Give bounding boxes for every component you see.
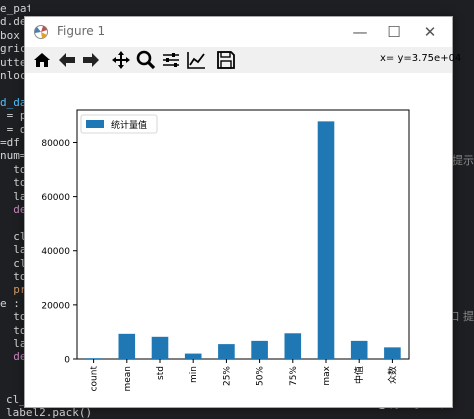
legend-swatch [86, 120, 104, 128]
window-title: Figure 1 [57, 24, 105, 38]
edit-axis-icon[interactable] [185, 49, 207, 71]
x-tick-label: 50% [256, 366, 266, 386]
x-tick-label: mean [123, 366, 133, 392]
bar [152, 337, 169, 359]
save-icon[interactable] [215, 49, 237, 71]
minimize-button[interactable]: — [347, 20, 373, 44]
zoom-icon[interactable] [135, 49, 157, 71]
code-line: e_path =name[0:-1] [0, 2, 30, 15]
y-tick-label: 80000 [41, 139, 70, 149]
plot-frame [77, 110, 409, 359]
matplotlib-app-icon [33, 24, 49, 40]
coordinate-readout: x= y=3.75e+04 [380, 53, 461, 64]
x-tick-label: 75% [289, 366, 299, 386]
home-icon[interactable] [31, 49, 53, 71]
bar [285, 333, 302, 359]
bar [218, 344, 235, 359]
bar [119, 334, 136, 359]
title-bar[interactable]: Figure 1 — ☐ ✕ [25, 17, 452, 47]
x-tick-label: 25% [222, 366, 232, 386]
legend-label: 统计量值 [111, 119, 147, 131]
back-arrow-icon[interactable] [56, 49, 78, 71]
x-tick-label: 中值 [353, 366, 365, 384]
bar [251, 341, 268, 359]
forward-arrow-icon[interactable] [80, 49, 102, 71]
close-button[interactable]: ✕ [417, 20, 443, 44]
maximize-button[interactable]: ☐ [381, 20, 407, 44]
y-tick-label: 20000 [41, 301, 70, 311]
y-tick-label: 0 [64, 356, 70, 366]
y-tick-label: 40000 [41, 247, 70, 257]
y-tick-label: 60000 [41, 193, 70, 203]
configure-subplots-icon[interactable] [160, 49, 182, 71]
figure-canvas[interactable]: 0 20000 40000 60000 80000 count mean std min 25% 5… [25, 73, 452, 407]
side-hint-text: 提示 [452, 152, 474, 168]
x-tick-label: count [90, 366, 100, 392]
x-tick-label: std [156, 366, 166, 380]
bar-chart: 0 20000 40000 60000 80000 count mean std min 25% 5… [25, 73, 452, 407]
x-tick-label: max [322, 365, 332, 385]
bar [351, 341, 368, 359]
bar [384, 347, 401, 359]
bar [318, 121, 335, 359]
x-tick-label: min [189, 366, 199, 383]
bar [85, 358, 102, 359]
bar [185, 354, 202, 359]
figure-window: Figure 1 — ☐ ✕ x= y=3.75e+04 [24, 16, 453, 408]
pan-icon[interactable] [110, 49, 132, 71]
x-tick-label: 众数 [386, 366, 398, 384]
navigation-toolbar: x= y=3.75e+04 [25, 47, 452, 73]
